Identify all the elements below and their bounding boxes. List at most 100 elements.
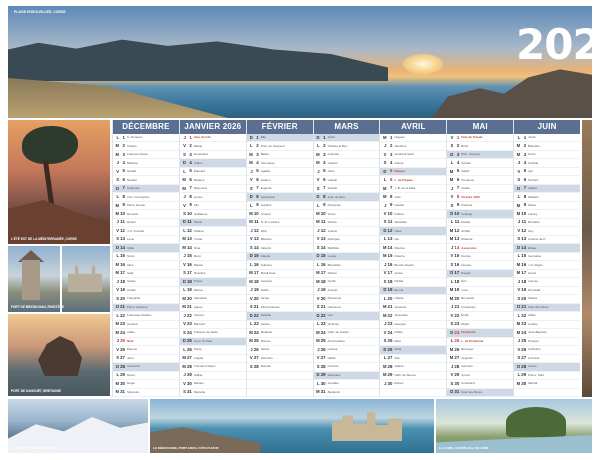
weekday-letter: M	[516, 151, 521, 157]
saint-name: Norbert	[528, 177, 539, 182]
weekday-letter: M	[382, 312, 387, 318]
saint-name: Bénédicte	[327, 262, 341, 267]
saint-name: Solange	[461, 211, 473, 216]
saint-name: Prisca	[193, 279, 203, 284]
day-row: M 24 Adèle	[113, 329, 179, 338]
day-row: V 1 Fête du Travail	[447, 134, 514, 143]
day-row: V 6 Colette	[313, 176, 380, 185]
weekday-letter: V	[383, 270, 387, 276]
day-row: M 3 Kévin	[514, 151, 581, 160]
saint-name: Alida	[394, 347, 402, 352]
weekday-letter: J	[250, 168, 253, 174]
day-row: M 11 Rosine	[313, 219, 380, 228]
weekday-letter: M	[249, 270, 253, 276]
day-row: M 31 Benjamin	[313, 389, 380, 398]
weekday-letter: S	[116, 295, 119, 301]
weekday-letter: M	[249, 151, 253, 157]
weekday-letter: M	[115, 211, 120, 216]
saint-name: Françoise	[327, 203, 341, 208]
day-row: D 29 Rameaux	[313, 371, 380, 381]
saint-name: Blaise	[260, 152, 269, 157]
weekday-letter: V	[450, 312, 454, 318]
day-row: J 4 Barbara	[113, 159, 179, 168]
saint-name: Théophile	[127, 296, 141, 301]
weekday-letter: J	[183, 372, 186, 378]
saint-name: Habib	[327, 355, 336, 360]
saint-name: Yvette	[193, 237, 203, 242]
day-row: M 2 Viviane	[113, 142, 179, 151]
saint-name: Jean de Dieu	[327, 194, 346, 199]
saint-name: Blandine	[528, 143, 540, 148]
day-row: D 17 Pascal	[447, 269, 514, 279]
day-row: M 5 Judith	[447, 168, 514, 177]
photo-caption: FORT DE BRIGNOGAN, FINISTÈRE	[11, 305, 65, 309]
day-row: J 2 Sandrine	[380, 142, 447, 151]
weekday-letter: S	[316, 185, 320, 191]
day-row: M 30 Roger	[113, 380, 179, 389]
saint-name: Jean-Baptiste	[528, 330, 547, 335]
saint-name: Marcel	[193, 262, 203, 267]
saint-name: Véronique	[260, 160, 275, 165]
day-row: M 11 N.-D. Lourdes	[246, 219, 313, 228]
weekday-letter: J	[250, 227, 253, 233]
saint-name: Lucie	[127, 237, 135, 242]
saint-name: Barnabé	[528, 220, 540, 225]
day-row: M 23 Audrey	[514, 321, 581, 330]
weekday-letter: J	[317, 227, 320, 233]
month-column: JUIN L 1 Justin M 2 Blandine M 3 Kévin J 4 Clotilde V…	[513, 120, 581, 398]
saint-name: Cath. de Sienne	[394, 372, 416, 377]
day-row: J 25 Prosper	[514, 338, 581, 347]
day-row: S 28 Gontran	[313, 363, 380, 372]
weekday-letter: L	[250, 143, 253, 149]
weekday-letter: M	[382, 194, 387, 200]
weekday-letter: M	[249, 329, 253, 335]
weekday-letter: L	[183, 227, 186, 233]
day-row: M 6 Prudence	[447, 176, 514, 185]
day-row: M 28 Thomas d'Aquin	[179, 363, 246, 372]
day-row: J 5 Agathe	[246, 168, 313, 177]
weekday-letter: V	[116, 168, 119, 174]
month-header: MARS	[313, 120, 380, 134]
weekday-letter: M	[182, 355, 186, 361]
saint-name: Martial	[528, 381, 538, 386]
saint-name: Phil., Jacques	[461, 152, 480, 157]
saint-name: Paule	[193, 347, 202, 352]
header-photo: PLAGE ENSOLEILLÉE, CORSE	[8, 6, 592, 118]
hill-town	[332, 412, 402, 441]
saint-name: Olive	[327, 169, 335, 174]
saint-name: Diane	[528, 203, 536, 208]
saint-name: Roseline	[193, 270, 206, 275]
day-row: V 3 Vendredi Saint	[380, 151, 447, 160]
saint-name: Modeste	[260, 330, 273, 335]
day-row: S 23 Didier	[447, 321, 514, 330]
weekday-letter: D	[115, 363, 119, 369]
day-row: J 14 Ascension	[447, 244, 514, 253]
day-row: V 20 Aimée	[246, 295, 313, 304]
day-row: D 1 Ella	[246, 134, 313, 143]
day-row: D 14 Odile	[113, 244, 179, 253]
empty-day-row	[380, 389, 447, 398]
weekday-letter: L	[116, 194, 119, 200]
saint-name: Gisèle	[461, 186, 470, 191]
weekday-letter: V	[450, 253, 454, 259]
weekday-letter: D	[115, 185, 119, 191]
saint-name: Marius	[193, 287, 203, 292]
weekday-letter: S	[450, 321, 454, 327]
day-row: M 3 Guénolé	[313, 151, 380, 160]
day-row: V 30 Martine	[179, 380, 246, 389]
weekday-letter: V	[450, 372, 454, 378]
weekday-letter: D	[249, 194, 253, 200]
day-row: M 20 Bernardin	[447, 295, 514, 304]
weekday-letter: V	[383, 329, 387, 335]
month-header: JANVIER 2026	[179, 120, 246, 134]
weekday-letter: D	[316, 253, 320, 259]
day-row: D 21 Pierre Canisius	[113, 303, 179, 313]
day-row: L 26 Paule	[179, 346, 246, 355]
saint-name: Zita	[394, 355, 400, 360]
weekday-letter: L	[116, 253, 119, 259]
right-photo-strip	[582, 120, 592, 397]
day-row: M 27 Angèle	[179, 355, 246, 364]
weekday-letter: S	[183, 270, 186, 276]
weekday-letter: V	[183, 321, 186, 327]
weekday-letter: J	[384, 143, 387, 149]
